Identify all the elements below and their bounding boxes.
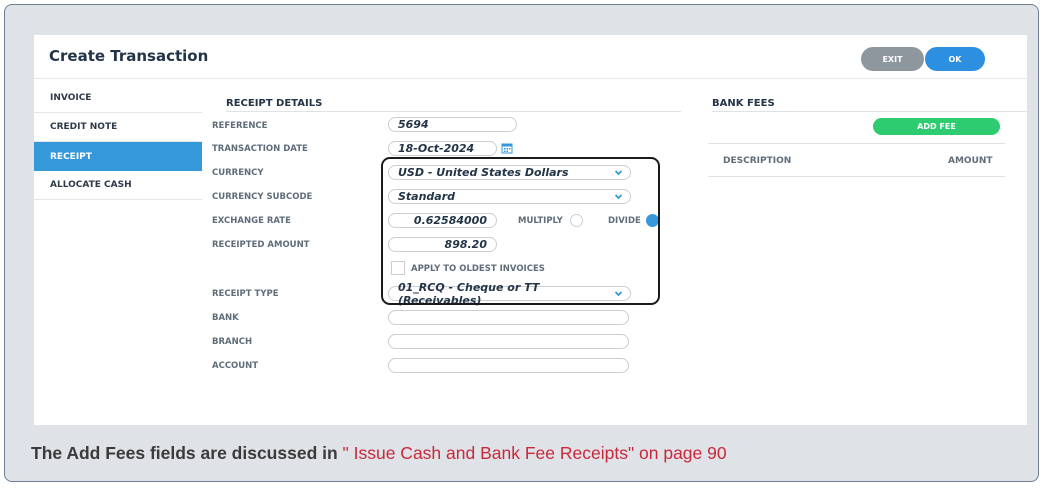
receipt-details-divider [226,111,681,112]
caption-link[interactable]: " Issue Cash and Bank Fee Receipts" on p… [343,443,727,463]
header-divider [34,78,1027,79]
highlight-callout-box [381,157,660,305]
caption: The Add Fees fields are discussed in " I… [31,443,727,464]
nav-item-invoice[interactable]: INVOICE [34,84,202,113]
exit-button[interactable]: EXIT [861,47,924,71]
ok-button[interactable]: OK [925,47,985,71]
calendar-icon[interactable] [501,142,513,154]
receipt-type-label: RECEIPT TYPE [212,289,279,299]
nav-item-receipt[interactable]: RECEIPT [34,142,202,171]
nav-item-credit-note[interactable]: CREDIT NOTE [34,113,202,142]
documentation-frame: Create Transaction EXIT OK INVOICE CREDI… [4,4,1039,482]
receipted-amount-label: RECEIPTED AMOUNT [212,240,310,250]
currency-subcode-label: CURRENCY SUBCODE [212,192,313,202]
bank-label: BANK [212,313,239,323]
exchange-rate-label: EXCHANGE RATE [212,216,291,226]
add-fee-button[interactable]: ADD FEE [873,118,1000,135]
bank-fees-table-top-rule [708,143,1005,144]
account-label: ACCOUNT [212,361,259,371]
reference-input[interactable]: 5694 [388,117,517,132]
transaction-date-input[interactable]: 18-Oct-2024 [388,141,497,156]
account-input[interactable] [388,358,629,373]
receipt-details-title: RECEIPT DETAILS [226,98,323,109]
dialog-title: Create Transaction [49,47,209,65]
bank-fees-title: BANK FEES [712,98,775,109]
bank-input[interactable] [388,310,629,325]
transaction-type-nav: INVOICE CREDIT NOTE RECEIPT ALLOCATE CAS… [34,84,202,200]
branch-label: BRANCH [212,337,253,347]
currency-label: CURRENCY [212,168,264,178]
branch-input[interactable] [388,334,629,349]
transaction-date-label: TRANSACTION DATE [212,144,308,154]
caption-text: The Add Fees fields are discussed in [31,443,338,463]
amount-column-header: AMOUNT [948,156,993,166]
reference-label: REFERENCE [212,121,268,131]
description-column-header: DESCRIPTION [723,156,792,166]
nav-item-allocate-cash[interactable]: ALLOCATE CASH [34,171,202,200]
bank-fees-table-header-rule [708,176,1005,177]
bank-fees-divider [712,111,1027,112]
